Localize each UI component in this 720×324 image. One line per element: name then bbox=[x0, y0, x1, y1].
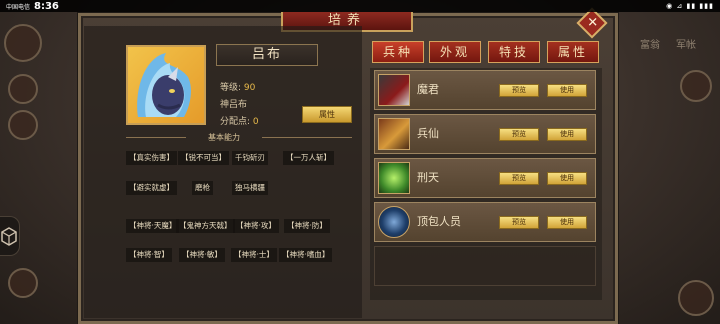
ability-tag[interactable]: 【避实就虚】 bbox=[126, 181, 177, 195]
background-menu-orb bbox=[680, 70, 712, 102]
tab-attributes[interactable]: 属性 bbox=[547, 41, 599, 63]
blue-flame-horse-image bbox=[137, 53, 191, 117]
tab-troops[interactable]: 兵种 bbox=[372, 41, 424, 63]
use-button[interactable]: 使用 bbox=[547, 216, 587, 229]
background-label: 军帐 bbox=[676, 40, 696, 51]
general-portrait bbox=[126, 45, 206, 125]
points-stat: 分配点: 0 bbox=[220, 114, 259, 127]
background-menu-orb bbox=[678, 280, 714, 316]
attribute-button[interactable]: 属性 bbox=[302, 106, 352, 123]
ability-tag[interactable]: 【真实伤害】 bbox=[126, 151, 177, 165]
troop-name: 魔君 bbox=[417, 83, 439, 96]
status-bar: 中国电信 8:36 ◉ ⊿ ▮▮ ▮▮▮ bbox=[0, 0, 720, 12]
use-button[interactable]: 使用 bbox=[547, 172, 587, 185]
cube-icon bbox=[1, 227, 17, 246]
level-stat: 等级: 90 bbox=[220, 80, 255, 93]
tab-appearance[interactable]: 外观 bbox=[429, 41, 481, 63]
troop-row: 顶包人员 预览 使用 bbox=[374, 202, 596, 242]
status-icons: ◉ ⊿ ▮▮ ▮▮▮ bbox=[666, 2, 714, 10]
preview-button[interactable]: 预览 bbox=[499, 216, 539, 229]
divider bbox=[262, 137, 352, 138]
ability-tag[interactable]: 【神将·嗜血】 bbox=[279, 248, 333, 262]
tab-special-skill[interactable]: 特技 bbox=[488, 41, 540, 63]
ability-tag[interactable]: 【鬼神方天戟】 bbox=[176, 219, 235, 233]
use-button[interactable]: 使用 bbox=[547, 84, 587, 97]
close-button[interactable]: ✕ bbox=[576, 7, 608, 39]
clock: 8:36 bbox=[34, 0, 59, 12]
general-name: 吕布 bbox=[216, 44, 318, 66]
troop-row: 刑天 预览 使用 bbox=[374, 158, 596, 198]
points-value: 0 bbox=[252, 117, 259, 127]
background-label: 富翁 bbox=[640, 40, 660, 51]
use-button[interactable]: 使用 bbox=[547, 128, 587, 141]
demon-lord-avatar-icon bbox=[378, 74, 410, 106]
carrier-label: 中国电信 bbox=[6, 3, 31, 11]
ability-tag[interactable]: 千钧斫刃 bbox=[232, 151, 268, 165]
background-menu-orb bbox=[8, 74, 38, 104]
ability-tag[interactable]: 【神将·士】 bbox=[231, 248, 277, 262]
ability-tag[interactable]: 【锐不可当】 bbox=[178, 151, 229, 165]
troop-name: 刑天 bbox=[417, 171, 439, 184]
troop-row: 兵仙 预览 使用 bbox=[374, 114, 596, 154]
ability-tag[interactable]: 【神将·智】 bbox=[126, 248, 172, 262]
preview-button[interactable]: 预览 bbox=[499, 172, 539, 185]
troop-row: 魔君 预览 使用 bbox=[374, 70, 596, 110]
background-menu-orb bbox=[8, 268, 38, 298]
preview-button[interactable]: 预览 bbox=[499, 128, 539, 141]
ability-tag[interactable]: 【神将·敏】 bbox=[179, 248, 225, 262]
points-label: 分配点: bbox=[220, 117, 251, 127]
soldier-immortal-avatar-icon bbox=[378, 118, 410, 150]
ability-tag[interactable]: 【一万人斩】 bbox=[283, 151, 334, 165]
floating-side-button[interactable] bbox=[0, 216, 20, 256]
skin-name: 神吕布 bbox=[220, 100, 248, 110]
ability-tag[interactable]: 磨枪 bbox=[192, 181, 213, 195]
close-icon: ✕ bbox=[586, 15, 598, 31]
ability-tag[interactable]: 【神将·攻】 bbox=[233, 219, 279, 233]
preview-button[interactable]: 预览 bbox=[499, 84, 539, 97]
troop-name: 顶包人员 bbox=[417, 215, 461, 228]
swirl-orb-icon bbox=[378, 206, 410, 238]
xingtian-avatar-icon bbox=[378, 162, 410, 194]
ability-tag[interactable]: 【神将·天魔】 bbox=[126, 219, 180, 233]
ability-tag[interactable]: 独马横疆 bbox=[232, 181, 268, 195]
divider bbox=[126, 137, 186, 138]
empty-troop-slot bbox=[374, 246, 596, 286]
level-value: 90 bbox=[243, 83, 256, 93]
background-menu-orb bbox=[4, 24, 42, 62]
ability-tag[interactable]: 【神将·防】 bbox=[284, 219, 330, 233]
troop-name: 兵仙 bbox=[417, 127, 439, 140]
abilities-title: 基本能力 bbox=[208, 133, 240, 142]
background-menu-orb bbox=[8, 110, 38, 140]
level-label: 等级: bbox=[220, 83, 242, 93]
